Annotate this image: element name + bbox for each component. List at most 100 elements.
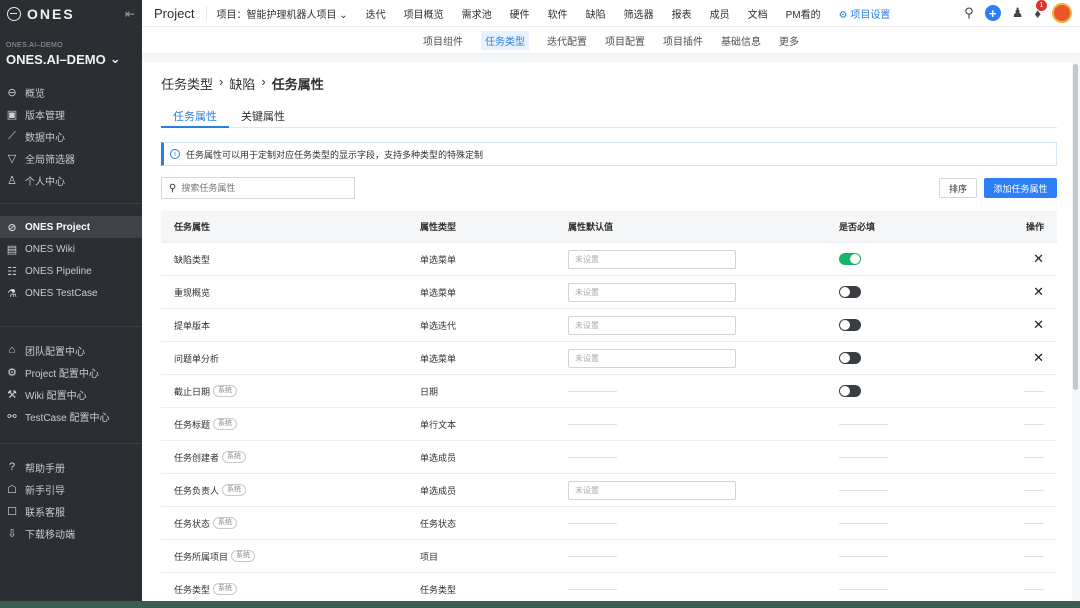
sidebar-item-label: 团队配置中心: [25, 346, 85, 358]
sidebar-item-label: 全局筛选器: [25, 154, 75, 166]
table-row: 提单版本 单选迭代 未设置 ✕: [161, 309, 1057, 342]
topnav-item[interactable]: PM看的: [777, 6, 830, 21]
topnav-item[interactable]: ⚙ 项目设置: [830, 6, 900, 21]
topnav-item[interactable]: 需求池: [453, 6, 501, 21]
topnav-item[interactable]: 缺陷: [577, 6, 615, 21]
close-icon[interactable]: ✕: [1033, 251, 1044, 266]
sidebar-item[interactable]: ▣ 版本管理: [0, 103, 142, 125]
tab-task-properties[interactable]: 任务属性: [161, 108, 229, 128]
search-input[interactable]: [181, 183, 342, 193]
sidebar-item-icon: ⊖: [7, 86, 17, 99]
empty-dash: [1024, 588, 1044, 590]
required-toggle[interactable]: [839, 286, 861, 298]
close-icon[interactable]: ✕: [1033, 317, 1044, 332]
close-icon[interactable]: ✕: [1033, 350, 1044, 365]
info-banner: i 任务属性可以用于定制对应任务类型的显示字段，支持多种类型的特殊定制: [161, 142, 1057, 166]
table-row: 任务标题 系统 单行文本: [161, 408, 1057, 441]
collapse-sidebar-icon[interactable]: ⇤: [125, 7, 135, 21]
breadcrumb-task-types[interactable]: 任务类型: [161, 74, 213, 93]
property-name: 问题单分析: [174, 353, 220, 364]
create-plus-icon[interactable]: +: [984, 5, 1001, 21]
subnav-item[interactable]: 项目插件: [663, 33, 703, 48]
topnav-item[interactable]: 迭代: [357, 6, 395, 21]
required-toggle[interactable]: [839, 319, 861, 331]
sidebar-item[interactable]: ▤ ONES Wiki: [0, 238, 142, 260]
sidebar-item[interactable]: ⊘ ONES Project: [0, 216, 142, 238]
sidebar-item-label: ONES TestCase: [25, 287, 98, 299]
sidebar-item[interactable]: ⚙ Project 配置中心: [0, 361, 142, 383]
default-value-input[interactable]: 未设置: [568, 315, 736, 335]
sidebar-item[interactable]: ♙ 个人中心: [0, 169, 142, 191]
main-content: 任务类型 › 缺陷 › 任务属性 任务属性 关键属性 i 任务属性可以用于定制对…: [142, 62, 1072, 606]
sidebar-item-label: ONES Wiki: [25, 243, 75, 255]
scrollbar-thumb[interactable]: [1073, 64, 1078, 390]
default-value-input[interactable]: 未设置: [568, 348, 736, 368]
properties-table: 任务属性 属性类型 属性默认值 是否必填 操作 缺陷类型 单选菜单 未设置 ✕ 重现概览…: [161, 211, 1057, 606]
default-value-input[interactable]: 未设置: [568, 480, 736, 500]
search-icon: ⚲: [169, 182, 177, 194]
project-nav: 项目：智能护理机器人项目 ⌄ 迭代 项目概览 需求池 硬件 软件 缺陷 筛选器 报表 成员 文档 P…: [207, 0, 899, 27]
sidebar-item[interactable]: ⇩ 下载移动端: [0, 522, 142, 544]
sort-button[interactable]: 排序: [939, 178, 977, 198]
sidebar-item[interactable]: ⚒ Wiki 配置中心: [0, 383, 142, 405]
property-type: 单选菜单: [420, 254, 457, 265]
sidebar-item-label: 联系客服: [25, 507, 65, 519]
subnav-item[interactable]: 项目组件: [423, 33, 463, 48]
search-icon[interactable]: ⚲: [964, 5, 974, 21]
empty-dash: [1024, 456, 1044, 458]
sidebar-item-icon: ⚙: [7, 366, 17, 379]
add-property-button[interactable]: 添加任务属性: [984, 178, 1057, 198]
sidebar-item[interactable]: ☖ 新手引导: [0, 478, 142, 500]
sidebar-item[interactable]: ▽ 全局筛选器: [0, 147, 142, 169]
sidebar-item[interactable]: ⟋ 数据中心: [0, 125, 142, 147]
required-toggle[interactable]: [839, 352, 861, 364]
subnav-item[interactable]: 更多: [779, 33, 799, 48]
sidebar-item[interactable]: ☐ 联系客服: [0, 500, 142, 522]
default-value-cell: 未设置: [568, 282, 839, 302]
subnav-item[interactable]: 任务类型: [481, 30, 529, 50]
add-member-icon[interactable]: ♟: [1012, 5, 1024, 21]
avatar[interactable]: [1052, 3, 1072, 23]
project-selector[interactable]: 项目：智能护理机器人项目 ⌄: [207, 6, 356, 21]
topnav-item[interactable]: 报表: [663, 6, 701, 21]
sidebar-item[interactable]: ? 帮助手册: [0, 456, 142, 478]
sidebar-item[interactable]: ☷ ONES Pipeline: [0, 260, 142, 282]
tab-key-properties[interactable]: 关键属性: [229, 108, 297, 128]
divider: [0, 203, 142, 204]
subnav-item[interactable]: 迭代配置: [547, 33, 587, 48]
subnav-item[interactable]: 项目配置: [605, 33, 645, 48]
empty-dash: [568, 390, 617, 392]
subnav-item[interactable]: 基础信息: [721, 33, 761, 48]
action-cell: [1009, 555, 1057, 557]
required-toggle[interactable]: [839, 385, 861, 397]
bell-icon[interactable]: ♦ 1: [1034, 0, 1047, 21]
topnav-item[interactable]: 硬件: [501, 6, 539, 21]
org-switcher[interactable]: ONES.AI–DEMO ⌄: [6, 51, 142, 67]
sidebar-item[interactable]: ⚯ TestCase 配置中心: [0, 405, 142, 427]
sidebar-item-label: Project 配置中心: [25, 368, 99, 380]
topnav-item[interactable]: 筛选器: [615, 6, 663, 21]
sidebar-item[interactable]: ⚗ ONES TestCase: [0, 282, 142, 304]
default-value-input[interactable]: 未设置: [568, 249, 736, 269]
settings-subnav: 项目组件 任务类型 迭代配置 项目配置 项目插件 基础信息 更多: [142, 27, 1080, 54]
breadcrumb-defect[interactable]: 缺陷: [229, 74, 255, 93]
empty-dash: [839, 489, 888, 491]
topnav-item[interactable]: 项目概览: [395, 6, 453, 21]
scrollbar[interactable]: [1072, 62, 1080, 602]
topnav-item[interactable]: 文档: [739, 6, 777, 21]
property-name: 重现概览: [174, 287, 211, 298]
topnav-item[interactable]: 软件: [539, 6, 577, 21]
topnav-item[interactable]: 成员: [701, 6, 739, 21]
default-value-input[interactable]: 未设置: [568, 282, 736, 302]
required-cell: [839, 352, 1009, 364]
required-cell: [839, 522, 1009, 524]
divider: [0, 443, 142, 444]
property-name-cell: 重现概览: [161, 286, 420, 299]
sidebar-nav-config: ⌂ 团队配置中心 ⚙ Project 配置中心 ⚒ Wiki 配置中心 ⚯ TestCase …: [0, 339, 142, 427]
close-icon[interactable]: ✕: [1033, 284, 1044, 299]
header-action: 操作: [1025, 222, 1044, 232]
sidebar-item[interactable]: ⌂ 团队配置中心: [0, 339, 142, 361]
sidebar-item[interactable]: ⊖ 概览: [0, 81, 142, 103]
required-toggle[interactable]: [839, 253, 861, 265]
sidebar-item-icon: ⚯: [7, 410, 17, 423]
